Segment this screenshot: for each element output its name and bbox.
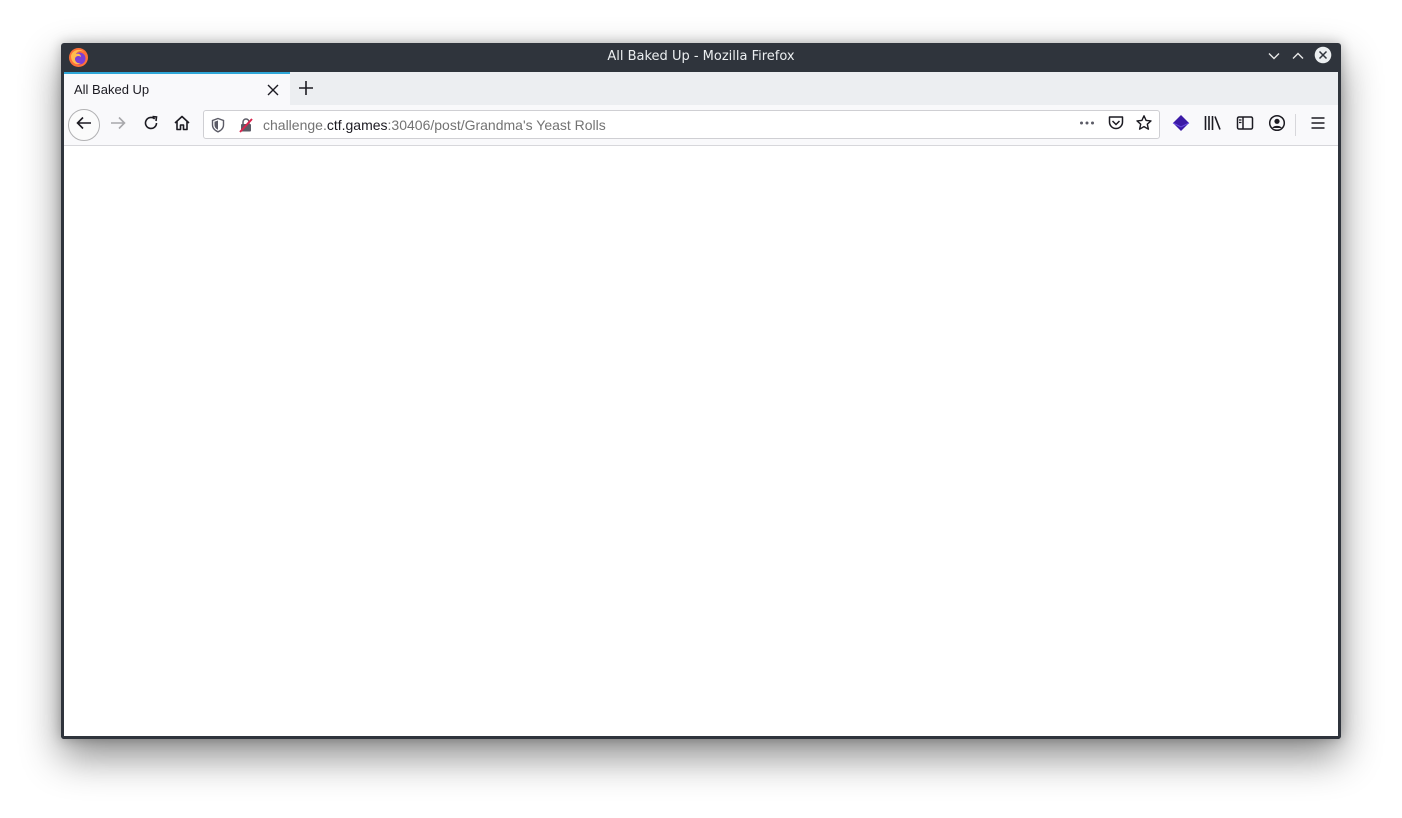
- window-title: All Baked Up - Mozilla Firefox: [607, 49, 795, 64]
- maximize-button[interactable]: [1288, 47, 1308, 67]
- chevron-up-icon: [1291, 48, 1305, 67]
- title-bar: All Baked Up - Mozilla Firefox: [61, 43, 1341, 72]
- arrow-right-icon: [109, 114, 127, 136]
- more-horizontal-icon: [1078, 114, 1096, 136]
- account-button[interactable]: [1261, 109, 1293, 141]
- page-actions-button[interactable]: [1078, 116, 1096, 134]
- window-frame-right: [1338, 72, 1341, 739]
- tab-close-icon[interactable]: [266, 82, 280, 96]
- home-icon: [173, 114, 191, 136]
- navigation-toolbar: challenge.ctf.games:30406/post/Grandma's…: [64, 105, 1338, 146]
- plus-icon: [296, 81, 316, 102]
- reload-button[interactable]: [135, 109, 167, 141]
- pocket-icon: [1107, 114, 1125, 136]
- library-button[interactable]: [1197, 109, 1229, 141]
- url-prefix: challenge.: [263, 117, 327, 133]
- tracking-protection-shield-icon[interactable]: [209, 116, 227, 134]
- tab-label: All Baked Up: [74, 82, 150, 97]
- chevron-down-icon: [1267, 48, 1281, 67]
- close-icon: [1314, 46, 1332, 68]
- url-suffix: :30406/post/Grandma's Yeast Rolls: [387, 117, 606, 133]
- minimize-button[interactable]: [1264, 47, 1284, 67]
- application-menu-button[interactable]: [1302, 109, 1334, 141]
- tab-all-baked-up[interactable]: All Baked Up: [64, 72, 290, 105]
- window-close-button[interactable]: [1313, 46, 1333, 68]
- bookmark-button[interactable]: [1135, 114, 1153, 136]
- reload-icon: [142, 114, 160, 136]
- url-bar[interactable]: challenge.ctf.games:30406/post/Grandma's…: [203, 110, 1160, 139]
- account-icon: [1268, 114, 1286, 136]
- forward-button[interactable]: [102, 109, 134, 141]
- tab-strip: All Baked Up: [64, 72, 1338, 105]
- window-frame-bottom: [61, 736, 1341, 739]
- page-content[interactable]: [64, 146, 1338, 736]
- hamburger-menu-icon: [1309, 114, 1327, 136]
- browser-window: All Baked Up - Mozilla Firefox All Baked…: [61, 43, 1341, 739]
- library-icon: [1203, 114, 1223, 136]
- toolbar-separator: [1295, 114, 1296, 136]
- sidebar-button[interactable]: [1229, 109, 1261, 141]
- url-domain: ctf.games: [326, 117, 388, 133]
- home-button[interactable]: [166, 109, 198, 141]
- arrow-left-icon: [75, 114, 93, 136]
- sidebar-icon: [1236, 114, 1254, 136]
- extension-icon: [1172, 114, 1190, 136]
- insecure-lock-icon[interactable]: [237, 116, 255, 134]
- pocket-button[interactable]: [1107, 116, 1125, 134]
- new-tab-button[interactable]: [296, 78, 316, 98]
- extension-button[interactable]: [1165, 109, 1197, 141]
- url-text[interactable]: challenge.ctf.games:30406/post/Grandma's…: [263, 117, 606, 133]
- back-button[interactable]: [68, 109, 100, 141]
- star-icon: [1135, 114, 1153, 136]
